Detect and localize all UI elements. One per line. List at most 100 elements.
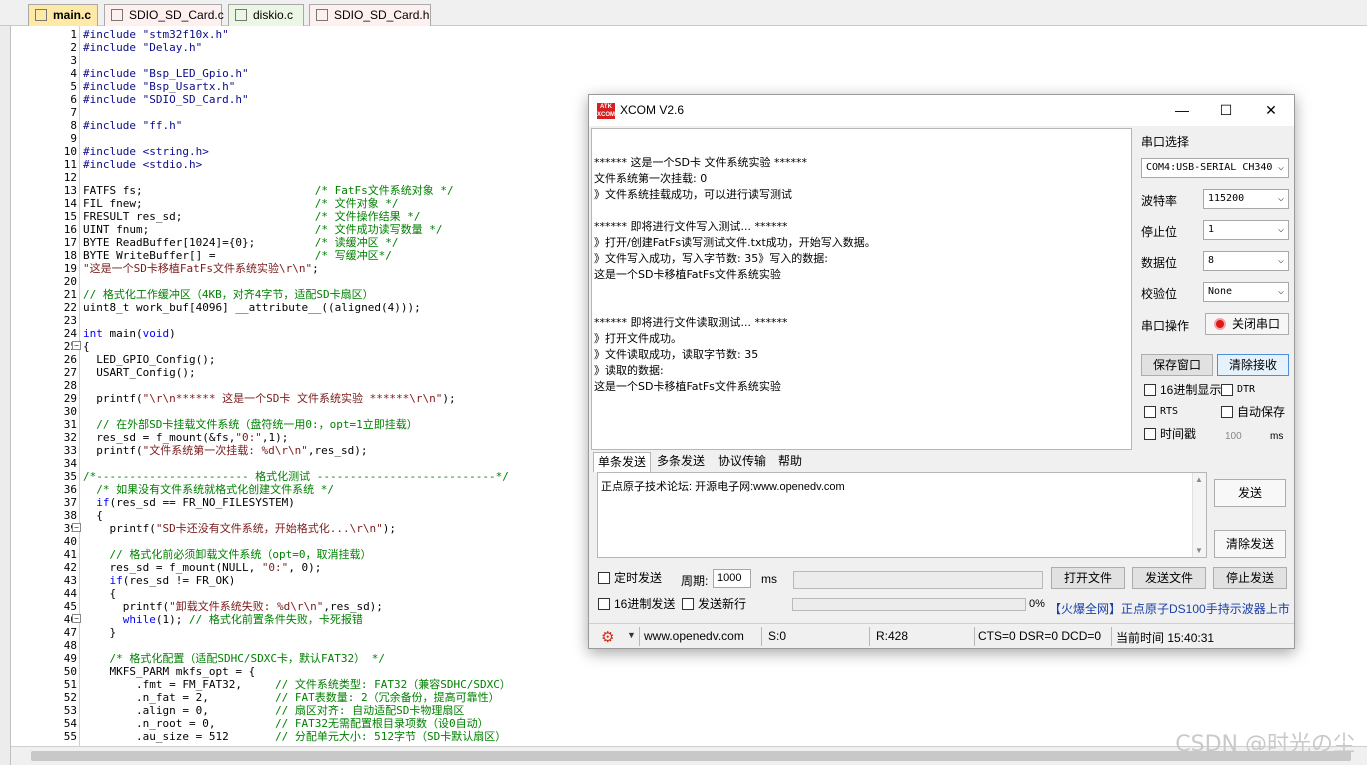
code-line[interactable]: printf("SD卡还没有文件系统，开始格式化...\r\n");	[83, 522, 395, 535]
code-line[interactable]: #include "SDIO_SD_Card.h"	[83, 93, 249, 106]
data-bits-select[interactable]: 8 ⌵	[1203, 251, 1289, 271]
code-line[interactable]: .n_root = 0, // FAT32无需配置根目录项数（设0自动）	[83, 717, 489, 730]
send-newline-checkbox[interactable]: 发送新行	[682, 597, 746, 611]
code-line[interactable]: printf("卸载文件系统失败: %d\r\n",res_sd);	[83, 600, 383, 613]
maximize-icon[interactable]: ☐	[1212, 99, 1240, 123]
code-line[interactable]: {	[83, 509, 103, 522]
send-file-button[interactable]: 发送文件	[1132, 567, 1206, 589]
scroll-up-icon[interactable]: ▲	[1195, 475, 1203, 484]
code-line[interactable]: }	[83, 626, 116, 639]
code-line[interactable]: {	[83, 587, 116, 600]
code-line[interactable]: if(res_sd != FR_OK)	[83, 574, 236, 587]
code-line[interactable]: #include "Bsp_LED_Gpio.h"	[83, 67, 249, 80]
timed-send-checkbox[interactable]: 定时发送	[598, 571, 662, 585]
code-line[interactable]: USART_Config();	[83, 366, 195, 379]
code-line[interactable]: #include "ff.h"	[83, 119, 182, 132]
code-line[interactable]: FRESULT res_sd; /* 文件操作结果 */	[83, 210, 421, 223]
code-line[interactable]: res_sd = f_mount(&fs,"0:",1);	[83, 431, 288, 444]
code-line[interactable]: while(1); // 格式化前置条件失败，卡死报错	[83, 613, 363, 626]
stop-bits-select[interactable]: 1 ⌵	[1203, 220, 1289, 240]
rts-checkbox[interactable]: RTS	[1144, 405, 1178, 419]
chevron-down-icon[interactable]: ▼	[627, 630, 636, 640]
tab-sdio-sd-card-h[interactable]: SDIO_SD_Card.h	[309, 4, 431, 26]
title-bar[interactable]: ATK XCOM XCOM V2.6 — ☐ ✕	[589, 95, 1294, 126]
stop-send-button[interactable]: 停止发送	[1213, 567, 1287, 589]
scroll-down-icon[interactable]: ▼	[1195, 546, 1203, 555]
code-line[interactable]: // 格式化前必须卸载文件系统（opt=0，取消挂载）	[83, 548, 371, 561]
tab-protocol[interactable]: 协议传输	[714, 452, 770, 472]
dtr-checkbox[interactable]: DTR	[1221, 383, 1255, 397]
code-line[interactable]: if(res_sd == FR_NO_FILESYSTEM)	[83, 496, 295, 509]
fold-toggle-icon[interactable]: −	[72, 523, 81, 532]
code-line[interactable]: MKFS_PARM mkfs_opt = {	[83, 665, 255, 678]
send-scrollbar[interactable]: ▲ ▼	[1192, 473, 1206, 557]
code-line[interactable]: FATFS fs; /* FatFs文件系统对象 */	[83, 184, 454, 197]
line-number: 17	[63, 236, 77, 249]
open-file-button[interactable]: 打开文件	[1051, 567, 1125, 589]
status-divider	[1111, 627, 1112, 646]
line-number: 55	[63, 730, 77, 743]
code-line[interactable]: #include "Delay.h"	[83, 41, 202, 54]
period-input[interactable]: 1000	[713, 569, 751, 588]
code-line[interactable]: #include <string.h>	[83, 145, 209, 158]
send-button[interactable]: 发送	[1214, 479, 1286, 507]
tab-single-send[interactable]: 单条发送	[593, 452, 652, 472]
code-line[interactable]: BYTE ReadBuffer[1024]={0}; /* 读缓冲区 */	[83, 236, 399, 249]
clear-receive-button[interactable]: 清除接收	[1217, 354, 1289, 376]
code-line[interactable]: .n_fat = 2, // FAT表数量: 2（冗余备份，提高可靠性）	[83, 691, 500, 704]
send-input[interactable]: 正点原子技术论坛: 开源电子网:www.openedv.com ▲ ▼	[597, 472, 1207, 558]
code-line[interactable]: FIL fnew; /* 文件对象 */	[83, 197, 399, 210]
scrollbar-thumb[interactable]	[31, 751, 1351, 761]
save-window-button[interactable]: 保存窗口	[1141, 354, 1213, 376]
tab-main-c[interactable]: main.c	[28, 4, 98, 26]
code-line[interactable]: .fmt = FM_FAT32, // 文件系统类型: FAT32（兼容SDHC…	[83, 678, 511, 691]
send-tabs: 单条发送 多条发送 协议传输 帮助	[591, 452, 1132, 472]
minimize-icon[interactable]: —	[1168, 99, 1196, 123]
code-line[interactable]: UINT fnum; /* 文件成功读写数量 */	[83, 223, 443, 236]
code-line[interactable]: // 格式化工作缓冲区（4KB，对齐4字节，适配SD卡扇区）	[83, 288, 374, 301]
code-line[interactable]: LED_GPIO_Config();	[83, 353, 215, 366]
code-line[interactable]: // 在外部SD卡挂载文件系统（盘符统一用0:，opt=1立即挂载）	[83, 418, 417, 431]
code-line[interactable]: /* 格式化配置（适配SDHC/SDXC卡，默认FAT32） */	[83, 652, 384, 665]
code-line[interactable]: uint8_t work_buf[4096] __attribute__((al…	[83, 301, 421, 314]
baud-select[interactable]: 115200 ⌵	[1203, 189, 1289, 209]
port-select[interactable]: COM4:USB-SERIAL CH340 ⌵	[1141, 158, 1289, 178]
parity-select[interactable]: None ⌵	[1203, 282, 1289, 302]
close-icon[interactable]: ✕	[1257, 99, 1285, 123]
tab-help[interactable]: 帮助	[774, 452, 806, 472]
gear-icon[interactable]: ⚙	[601, 628, 614, 646]
close-port-button[interactable]: 关闭串口	[1205, 313, 1289, 335]
code-line[interactable]: #include "stm32f10x.h"	[83, 28, 229, 41]
status-url[interactable]: www.openedv.com	[644, 629, 744, 643]
receive-area[interactable]: ****** 这是一个SD卡 文件系统实验 ****** 文件系统第一次挂载: 0…	[591, 128, 1132, 450]
code-line[interactable]: int main(void)	[83, 327, 176, 340]
timestamp-checkbox[interactable]: 时间戳	[1144, 427, 1196, 441]
fold-toggle-icon[interactable]: −	[72, 614, 81, 623]
code-line[interactable]: /* 如果没有文件系统就格式化创建文件系统 */	[83, 483, 334, 496]
code-line[interactable]: .align = 0, // 扇区对齐: 自动适配SD卡物理扇区	[83, 704, 464, 717]
tab-multi-send[interactable]: 多条发送	[653, 452, 709, 472]
hex-display-checkbox[interactable]: 16进制显示	[1144, 383, 1221, 397]
code-line[interactable]: res_sd = f_mount(NULL, "0:", 0);	[83, 561, 321, 574]
fold-toggle-icon[interactable]: −	[72, 341, 81, 350]
code-line[interactable]: .au_size = 512 // 分配单元大小: 512字节（SD卡默认扇区）	[83, 730, 506, 743]
ad-link[interactable]: 【火爆全网】正点原子DS100手持示波器上市	[1049, 600, 1290, 617]
auto-save-checkbox[interactable]: 自动保存	[1221, 405, 1285, 419]
line-number: 1	[70, 28, 77, 41]
code-line[interactable]: printf("\r\n****** 这是一个SD卡 文件系统实验 ******…	[83, 392, 455, 405]
code-line[interactable]: #include "Bsp_Usartx.h"	[83, 80, 235, 93]
code-line[interactable]: printf("文件系统第一次挂载: %d\r\n",res_sd);	[83, 444, 367, 457]
code-line[interactable]: #include <stdio.h>	[83, 158, 202, 171]
horizontal-scrollbar[interactable]	[11, 746, 1367, 765]
tab-sdio-sd-card-c[interactable]: SDIO_SD_Card.c	[104, 4, 224, 26]
code-line[interactable]: "这是一个SD卡移植FatFs文件系统实验\r\n";	[83, 262, 319, 275]
hex-send-checkbox[interactable]: 16进制发送	[598, 597, 675, 611]
code-line[interactable]: BYTE WriteBuffer[] = /* 写缓冲区*/	[83, 249, 392, 262]
code-line[interactable]: /*----------------------- 格式化测试 --------…	[83, 470, 509, 483]
tab-diskio-c[interactable]: diskio.c	[228, 4, 304, 26]
code-line[interactable]: {	[83, 340, 90, 353]
timestamp-ms-input[interactable]: 100	[1221, 429, 1265, 447]
line-number: 49	[63, 652, 77, 665]
clear-send-button[interactable]: 清除发送	[1214, 530, 1286, 558]
timestamp-ms-unit: ms	[1270, 431, 1284, 442]
